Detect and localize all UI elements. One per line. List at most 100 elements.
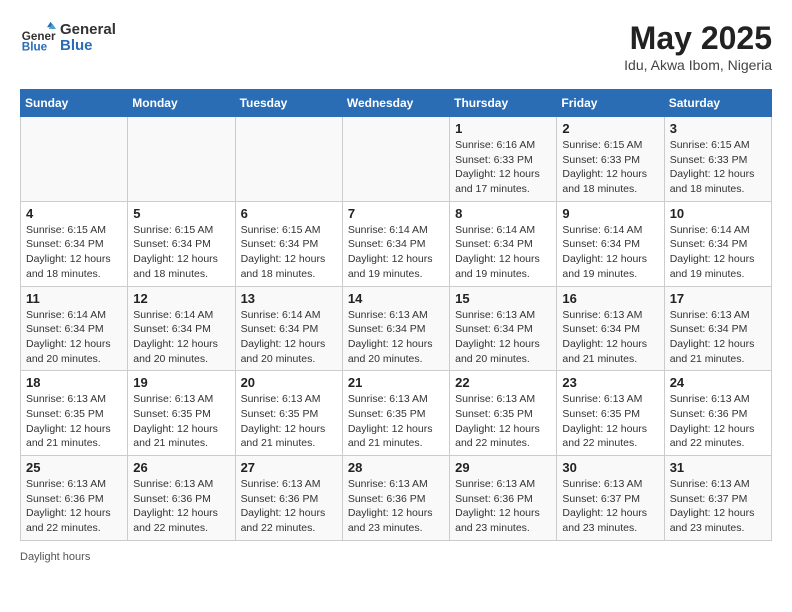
day-number: 20 bbox=[241, 375, 337, 390]
day-info: Sunrise: 6:13 AM Sunset: 6:34 PM Dayligh… bbox=[670, 308, 766, 367]
calendar-cell: 6 Sunrise: 6:15 AM Sunset: 6:34 PM Daylig… bbox=[235, 201, 342, 286]
calendar-cell: 15Sunrise: 6:13 AM Sunset: 6:34 PM Dayli… bbox=[450, 286, 557, 371]
day-number: 12 bbox=[133, 291, 229, 306]
calendar-cell: 11Sunrise: 6:14 AM Sunset: 6:34 PM Dayli… bbox=[21, 286, 128, 371]
day-info: Sunrise: 6:13 AM Sunset: 6:36 PM Dayligh… bbox=[133, 477, 229, 536]
calendar-cell: 20Sunrise: 6:13 AM Sunset: 6:35 PM Dayli… bbox=[235, 371, 342, 456]
day-number: 3 bbox=[670, 121, 766, 136]
calendar-cell: 28 Sunrise: 6:13 AM Sunset: 6:36 PM Dayli… bbox=[342, 456, 449, 541]
calendar-week-row: 11Sunrise: 6:14 AM Sunset: 6:34 PM Dayli… bbox=[21, 286, 772, 371]
day-info: Sunrise: 6:15 AM Sunset: 6:34 PM Dayligh… bbox=[241, 223, 337, 282]
day-number: 28 bbox=[348, 460, 444, 475]
day-info: Sunrise: 6:15 AM Sunset: 6:34 PM Dayligh… bbox=[133, 223, 229, 282]
day-info: Sunrise: 6:13 AM Sunset: 6:36 PM Dayligh… bbox=[348, 477, 444, 536]
calendar-cell bbox=[21, 117, 128, 202]
day-number: 15 bbox=[455, 291, 551, 306]
day-info: Sunrise: 6:13 AM Sunset: 6:36 PM Dayligh… bbox=[26, 477, 122, 536]
day-number: 13 bbox=[241, 291, 337, 306]
logo-icon: General Blue bbox=[20, 20, 56, 56]
calendar-cell: 16 Sunrise: 6:13 AM Sunset: 6:34 PM Dayli… bbox=[557, 286, 664, 371]
calendar-cell: 8Sunrise: 6:14 AM Sunset: 6:34 PM Daylig… bbox=[450, 201, 557, 286]
logo: General Blue General Blue bbox=[20, 20, 116, 56]
calendar-cell: 25Sunrise: 6:13 AM Sunset: 6:36 PM Dayli… bbox=[21, 456, 128, 541]
day-info: Sunrise: 6:13 AM Sunset: 6:37 PM Dayligh… bbox=[562, 477, 658, 536]
day-number: 2 bbox=[562, 121, 658, 136]
day-info: Sunrise: 6:13 AM Sunset: 6:36 PM Dayligh… bbox=[670, 392, 766, 451]
day-info: Sunrise: 6:14 AM Sunset: 6:34 PM Dayligh… bbox=[670, 223, 766, 282]
calendar-table: SundayMondayTuesdayWednesdayThursdayFrid… bbox=[20, 89, 772, 541]
day-number: 24 bbox=[670, 375, 766, 390]
calendar-cell: 12 Sunrise: 6:14 AM Sunset: 6:34 PM Dayli… bbox=[128, 286, 235, 371]
calendar-cell: 18 Sunrise: 6:13 AM Sunset: 6:35 PM Dayli… bbox=[21, 371, 128, 456]
logo-general: General bbox=[60, 22, 116, 39]
calendar-week-row: 25Sunrise: 6:13 AM Sunset: 6:36 PM Dayli… bbox=[21, 456, 772, 541]
calendar-cell: 10 Sunrise: 6:14 AM Sunset: 6:34 PM Dayli… bbox=[664, 201, 771, 286]
day-number: 4 bbox=[26, 206, 122, 221]
day-info: Sunrise: 6:13 AM Sunset: 6:35 PM Dayligh… bbox=[348, 392, 444, 451]
calendar-cell: 21 Sunrise: 6:13 AM Sunset: 6:35 PM Dayli… bbox=[342, 371, 449, 456]
calendar-cell: 2Sunrise: 6:15 AM Sunset: 6:33 PM Daylig… bbox=[557, 117, 664, 202]
day-number: 1 bbox=[455, 121, 551, 136]
calendar-header-row: SundayMondayTuesdayWednesdayThursdayFrid… bbox=[21, 90, 772, 117]
day-info: Sunrise: 6:13 AM Sunset: 6:35 PM Dayligh… bbox=[133, 392, 229, 451]
day-number: 6 bbox=[241, 206, 337, 221]
calendar-cell: 23 Sunrise: 6:13 AM Sunset: 6:35 PM Dayli… bbox=[557, 371, 664, 456]
day-info: Sunrise: 6:15 AM Sunset: 6:34 PM Dayligh… bbox=[26, 223, 122, 282]
weekday-header: Friday bbox=[557, 90, 664, 117]
weekday-header: Saturday bbox=[664, 90, 771, 117]
calendar-cell: 3 Sunrise: 6:15 AM Sunset: 6:33 PM Daylig… bbox=[664, 117, 771, 202]
day-info: Sunrise: 6:14 AM Sunset: 6:34 PM Dayligh… bbox=[133, 308, 229, 367]
month-title: May 2025 bbox=[624, 20, 772, 57]
weekday-header: Sunday bbox=[21, 90, 128, 117]
day-number: 16 bbox=[562, 291, 658, 306]
day-info: Sunrise: 6:13 AM Sunset: 6:34 PM Dayligh… bbox=[562, 308, 658, 367]
day-number: 9 bbox=[562, 206, 658, 221]
weekday-header: Thursday bbox=[450, 90, 557, 117]
day-number: 26 bbox=[133, 460, 229, 475]
calendar-week-row: 18 Sunrise: 6:13 AM Sunset: 6:35 PM Dayli… bbox=[21, 371, 772, 456]
day-number: 31 bbox=[670, 460, 766, 475]
calendar-cell: 24 Sunrise: 6:13 AM Sunset: 6:36 PM Dayli… bbox=[664, 371, 771, 456]
day-info: Sunrise: 6:13 AM Sunset: 6:36 PM Dayligh… bbox=[455, 477, 551, 536]
day-number: 14 bbox=[348, 291, 444, 306]
day-info: Sunrise: 6:16 AM Sunset: 6:33 PM Dayligh… bbox=[455, 138, 551, 197]
day-number: 8 bbox=[455, 206, 551, 221]
day-info: Sunrise: 6:14 AM Sunset: 6:34 PM Dayligh… bbox=[26, 308, 122, 367]
title-block: May 2025 Idu, Akwa Ibom, Nigeria bbox=[624, 20, 772, 73]
svg-text:Blue: Blue bbox=[22, 41, 48, 54]
calendar-cell: 31 Sunrise: 6:13 AM Sunset: 6:37 PM Dayli… bbox=[664, 456, 771, 541]
calendar-cell: 19 Sunrise: 6:13 AM Sunset: 6:35 PM Dayli… bbox=[128, 371, 235, 456]
calendar-cell: 17Sunrise: 6:13 AM Sunset: 6:34 PM Dayli… bbox=[664, 286, 771, 371]
day-info: Sunrise: 6:15 AM Sunset: 6:33 PM Dayligh… bbox=[670, 138, 766, 197]
calendar-cell: 30Sunrise: 6:13 AM Sunset: 6:37 PM Dayli… bbox=[557, 456, 664, 541]
day-number: 10 bbox=[670, 206, 766, 221]
day-number: 19 bbox=[133, 375, 229, 390]
day-info: Sunrise: 6:13 AM Sunset: 6:35 PM Dayligh… bbox=[26, 392, 122, 451]
footer-text: Daylight hours bbox=[20, 551, 90, 563]
day-number: 22 bbox=[455, 375, 551, 390]
day-info: Sunrise: 6:13 AM Sunset: 6:35 PM Dayligh… bbox=[455, 392, 551, 451]
weekday-header: Wednesday bbox=[342, 90, 449, 117]
calendar-cell: 1 Sunrise: 6:16 AM Sunset: 6:33 PM Daylig… bbox=[450, 117, 557, 202]
calendar-cell bbox=[235, 117, 342, 202]
day-number: 18 bbox=[26, 375, 122, 390]
day-info: Sunrise: 6:13 AM Sunset: 6:35 PM Dayligh… bbox=[562, 392, 658, 451]
calendar-cell bbox=[342, 117, 449, 202]
day-number: 21 bbox=[348, 375, 444, 390]
day-info: Sunrise: 6:14 AM Sunset: 6:34 PM Dayligh… bbox=[241, 308, 337, 367]
calendar-cell: 9Sunrise: 6:14 AM Sunset: 6:34 PM Daylig… bbox=[557, 201, 664, 286]
calendar-cell: 4 Sunrise: 6:15 AM Sunset: 6:34 PM Daylig… bbox=[21, 201, 128, 286]
calendar-cell: 22 Sunrise: 6:13 AM Sunset: 6:35 PM Dayli… bbox=[450, 371, 557, 456]
calendar-cell bbox=[128, 117, 235, 202]
day-number: 5 bbox=[133, 206, 229, 221]
day-number: 27 bbox=[241, 460, 337, 475]
day-info: Sunrise: 6:13 AM Sunset: 6:36 PM Dayligh… bbox=[241, 477, 337, 536]
day-info: Sunrise: 6:14 AM Sunset: 6:34 PM Dayligh… bbox=[348, 223, 444, 282]
footer: Daylight hours bbox=[20, 551, 772, 563]
day-info: Sunrise: 6:13 AM Sunset: 6:37 PM Dayligh… bbox=[670, 477, 766, 536]
calendar-week-row: 4 Sunrise: 6:15 AM Sunset: 6:34 PM Daylig… bbox=[21, 201, 772, 286]
day-number: 23 bbox=[562, 375, 658, 390]
logo-blue: Blue bbox=[60, 38, 116, 55]
calendar-cell: 26 Sunrise: 6:13 AM Sunset: 6:36 PM Dayli… bbox=[128, 456, 235, 541]
calendar-cell: 7Sunrise: 6:14 AM Sunset: 6:34 PM Daylig… bbox=[342, 201, 449, 286]
